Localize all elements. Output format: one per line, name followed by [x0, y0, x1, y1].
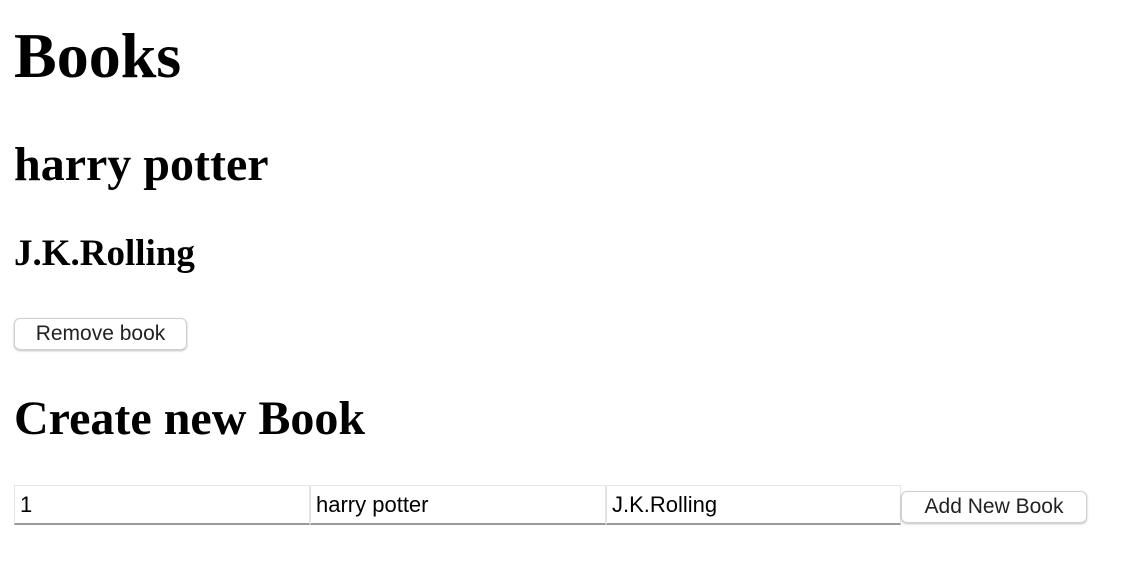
page-title: Books: [14, 20, 182, 91]
create-book-heading: Create new Book: [14, 392, 366, 445]
book-author-input[interactable]: [606, 485, 901, 525]
book-author: J.K.Rolling: [14, 233, 195, 274]
book-title: harry potter: [14, 138, 269, 191]
book-title-input[interactable]: [310, 485, 606, 525]
add-new-book-button[interactable]: Add New Book: [901, 491, 1087, 523]
book-id-input[interactable]: [14, 485, 310, 525]
remove-book-button[interactable]: Remove book: [14, 318, 187, 350]
